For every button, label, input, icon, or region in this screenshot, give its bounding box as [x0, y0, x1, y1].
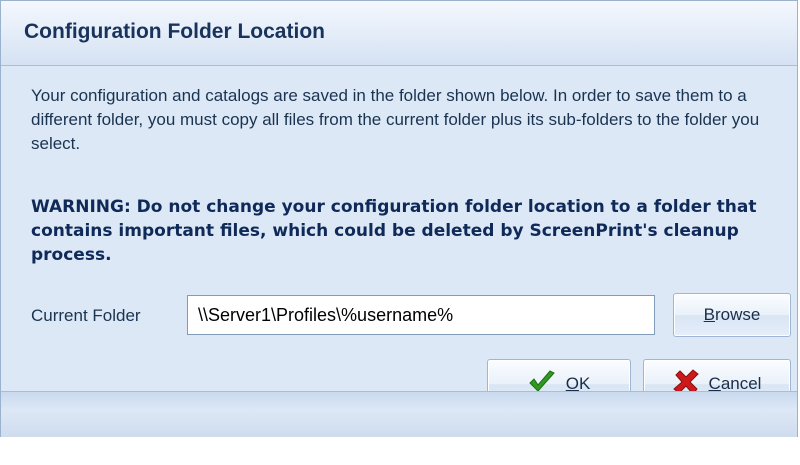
- dialog-footer-bar: [1, 391, 797, 437]
- browse-button-label: Browse: [703, 305, 761, 324]
- info-text: Your configuration and catalogs are save…: [31, 86, 760, 153]
- dialog-header: Configuration Folder Location: [1, 1, 797, 66]
- current-folder-label: Current Folder: [31, 306, 141, 325]
- configuration-folder-dialog: Configuration Folder Location Your confi…: [0, 0, 798, 437]
- dialog-body: Your configuration and catalogs are save…: [1, 66, 797, 409]
- warning-text: WARNING: Do not change your configuratio…: [31, 197, 757, 265]
- current-folder-input[interactable]: [187, 295, 655, 335]
- browse-button[interactable]: Browse: [673, 293, 791, 337]
- dialog-title: Configuration Folder Location: [24, 20, 325, 43]
